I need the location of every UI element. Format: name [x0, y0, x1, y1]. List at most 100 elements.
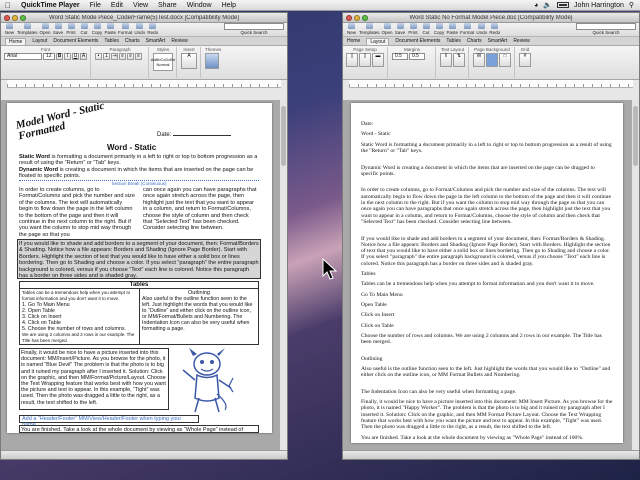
paste-button[interactable]: Paste — [105, 23, 116, 35]
save-button[interactable]: Save — [395, 23, 406, 35]
battery-icon[interactable] — [557, 2, 570, 8]
cut-button[interactable]: Cut — [79, 23, 90, 35]
tab-home[interactable]: Home — [5, 37, 27, 45]
menu-window[interactable]: Window — [182, 2, 217, 9]
bullets-icon[interactable]: • — [95, 53, 102, 60]
right-title-bar[interactable]: Word Static No Format Model Piece.doc [C… — [343, 13, 639, 23]
color-icon[interactable] — [486, 53, 498, 67]
grid-icon[interactable]: # — [519, 53, 531, 67]
paste-icon — [106, 23, 114, 29]
new-button[interactable]: New — [4, 23, 15, 35]
align-right-icon[interactable]: ≡ — [135, 53, 142, 60]
tab-review[interactable]: Review — [171, 38, 187, 44]
italic-button[interactable]: I — [64, 53, 71, 60]
highlight-color-icon[interactable]: A — [80, 53, 87, 60]
themes-icon[interactable] — [205, 53, 219, 69]
watermark-icon[interactable]: W — [473, 53, 485, 67]
zoom-window-icon[interactable] — [362, 14, 368, 21]
format-button[interactable]: Format — [118, 23, 132, 35]
horizontal-ruler[interactable] — [7, 80, 281, 88]
right-scroll-thumb[interactable] — [633, 106, 638, 166]
right-vertical-scrollbar[interactable] — [631, 100, 639, 450]
right-document-page[interactable]: Date: Word - Static Static Word is formatt… — [351, 103, 623, 443]
format-button[interactable]: Format — [460, 23, 474, 35]
font-size-field[interactable]: 12 — [43, 53, 55, 60]
left-vertical-scrollbar[interactable] — [279, 100, 287, 450]
undo-button[interactable]: Undo — [134, 23, 145, 35]
horizontal-ruler[interactable] — [349, 80, 633, 88]
top-margin-field[interactable]: 0.5 — [392, 53, 408, 60]
new-button[interactable]: New — [346, 23, 357, 35]
print-button[interactable]: Print — [408, 23, 419, 35]
style-normal-swatch[interactable]: AaBbCcDdEe Normal — [151, 53, 175, 71]
menu-help[interactable]: Help — [217, 2, 241, 9]
tab-review[interactable]: Review — [513, 38, 529, 44]
numbering-icon[interactable]: 1 — [103, 53, 110, 60]
picture-paragraph: Finally, it would be nice to have a pict… — [19, 348, 169, 410]
copy-button[interactable]: Copy — [434, 23, 445, 35]
tab-smartart[interactable]: SmartArt — [488, 38, 508, 44]
align-center-icon[interactable]: ≡ — [127, 53, 134, 60]
close-window-icon[interactable] — [4, 14, 10, 21]
break-icon[interactable]: ▬ — [372, 53, 384, 67]
left-document-page[interactable]: Model Word - Static Formatted Date: Word… — [7, 103, 272, 433]
menu-app-name[interactable]: QuickTime Player — [16, 2, 85, 9]
tab-document-elements[interactable]: Document Elements — [53, 38, 98, 44]
open-button[interactable]: Open — [382, 23, 393, 35]
wifi-icon[interactable]: ◕ — [534, 2, 538, 9]
tab-document-elements[interactable]: Document Elements — [395, 38, 440, 44]
menu-share[interactable]: Share — [153, 2, 182, 9]
text-box-icon[interactable]: A — [181, 53, 197, 69]
apple-menu-icon[interactable]:  — [0, 1, 16, 10]
spotlight-icon[interactable]: ⚲ — [629, 1, 634, 9]
tab-charts[interactable]: Charts — [467, 38, 482, 44]
tab-layout[interactable]: Layout — [32, 38, 47, 44]
close-window-icon[interactable] — [346, 14, 352, 21]
wordart-title[interactable]: Model Word - Static Formatted — [15, 103, 127, 142]
menu-view[interactable]: View — [128, 2, 153, 9]
print-button[interactable]: Print — [66, 23, 77, 35]
align-left-icon[interactable]: ≡ — [119, 53, 126, 60]
tab-tables[interactable]: Tables — [446, 38, 460, 44]
minimize-window-icon[interactable] — [354, 14, 360, 21]
left-title-bar[interactable]: Word Static Mode Piece_CoderFrame(5)Test… — [1, 13, 287, 23]
cut-button[interactable]: Cut — [421, 23, 432, 35]
menu-bar:  QuickTime Player File Edit View Share … — [0, 0, 640, 11]
borders-icon[interactable]: □ — [499, 53, 511, 67]
save-button[interactable]: Save — [53, 23, 64, 35]
underline-button[interactable]: U — [72, 53, 79, 60]
menu-edit[interactable]: Edit — [106, 2, 128, 9]
paste-button[interactable]: Paste — [447, 23, 458, 35]
menu-user-name[interactable]: John Harrington — [574, 2, 624, 9]
tab-home[interactable]: Home — [347, 38, 360, 44]
tables-example-table: Tables Tables can be a tremendous help w… — [19, 281, 259, 345]
minimize-window-icon[interactable] — [12, 14, 18, 21]
zoom-window-icon[interactable] — [20, 14, 26, 21]
quick-search-field[interactable]: Quick Search — [224, 23, 284, 35]
quick-search-field[interactable]: Quick Search — [576, 23, 636, 35]
bottom-margin-field[interactable]: 0.5 — [409, 53, 425, 60]
indent-icon[interactable]: ⇥ — [111, 53, 118, 60]
redo-button[interactable]: Redo — [147, 23, 158, 35]
volume-icon[interactable]: 🔈 — [543, 1, 552, 9]
tab-smartart[interactable]: SmartArt — [146, 38, 166, 44]
undo-button[interactable]: Undo — [476, 23, 487, 35]
templates-button[interactable]: Templates — [359, 23, 380, 35]
size-icon[interactable]: ▯ — [359, 53, 371, 67]
date-field[interactable]: Date: — [157, 132, 232, 138]
tab-layout[interactable]: Layout — [366, 37, 390, 45]
redo-button[interactable]: Redo — [489, 23, 500, 35]
left-scroll-thumb[interactable] — [281, 106, 286, 166]
copy-button[interactable]: Copy — [92, 23, 103, 35]
bold-button[interactable]: B — [56, 53, 63, 60]
open-button[interactable]: Open — [40, 23, 51, 35]
blue-devil-image[interactable] — [179, 348, 235, 414]
templates-button[interactable]: Templates — [17, 23, 38, 35]
menu-file[interactable]: File — [85, 2, 106, 9]
tab-tables[interactable]: Tables — [104, 38, 118, 44]
tab-charts[interactable]: Charts — [125, 38, 140, 44]
text-direction-icon[interactable]: ⇅ — [453, 53, 465, 67]
columns-icon[interactable]: ‖ — [440, 53, 452, 67]
font-name-field[interactable]: Arial — [4, 53, 42, 60]
orientation-icon[interactable]: ▯ — [346, 53, 358, 67]
